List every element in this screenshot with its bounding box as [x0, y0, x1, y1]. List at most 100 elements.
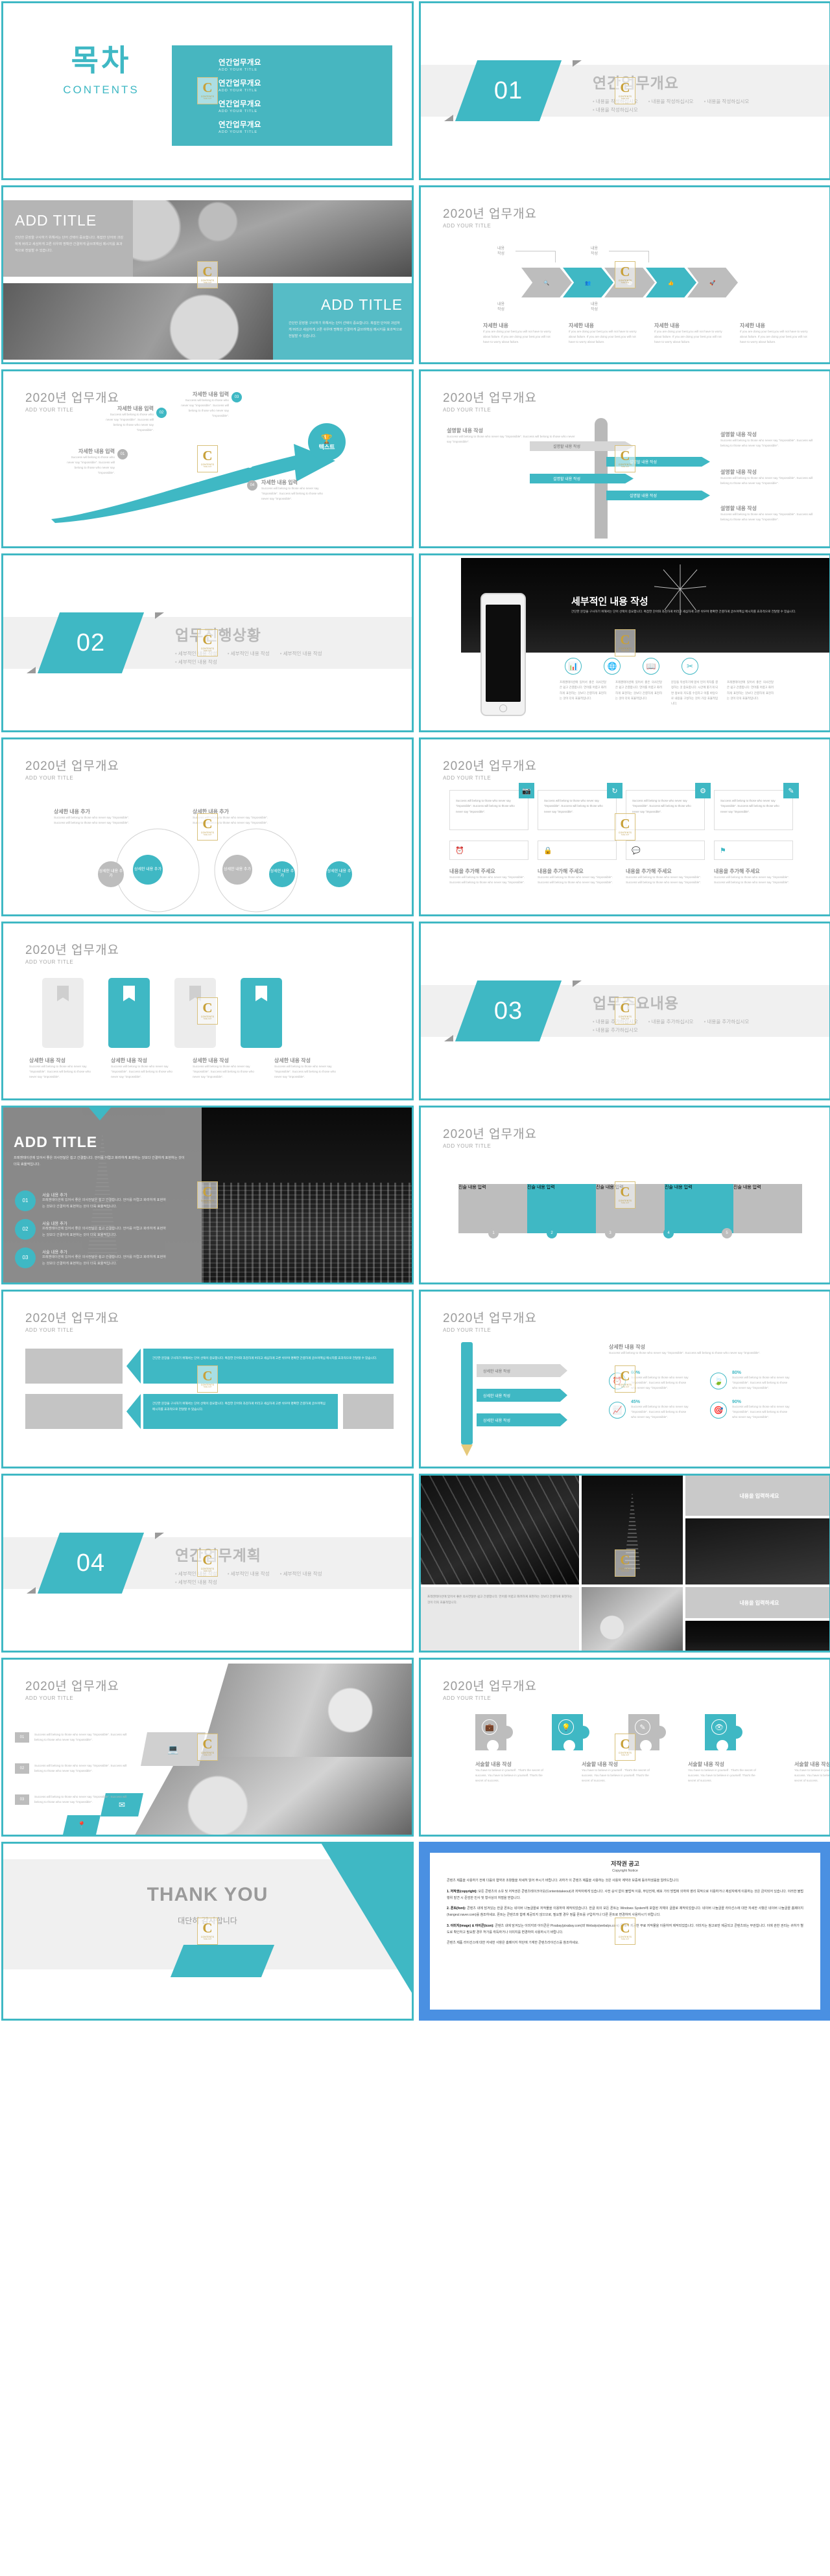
puzzle-piece[interactable]: 💡 — [552, 1714, 592, 1752]
circle-node[interactable]: 상세한 내용 추가 — [326, 861, 352, 887]
globe-icon[interactable]: 🌐 — [604, 658, 621, 675]
photo-list-row[interactable]: 02 Success will belong to those who neve… — [15, 1763, 130, 1774]
slide-city-list[interactable]: ADD TITLE 프레젠테이션에 있어서 좋은 의사전달은 쉽고 간결합니다.… — [1, 1106, 414, 1284]
bookmark-icon — [57, 986, 69, 1001]
pencil-sign-3[interactable]: 상세한 내용 작성 — [477, 1413, 567, 1426]
card[interactable]: ⚙ Success will belong to those who never… — [626, 783, 711, 830]
photo-list-row[interactable]: 01 Success will belong to those who neve… — [15, 1732, 130, 1743]
card[interactable]: ↻ Success will belong to those who never… — [538, 783, 622, 830]
circle-node-center-left[interactable]: 상세한 내용 추가 — [133, 855, 163, 885]
slide-chevron-five[interactable]: 2020년 업무개요 ADD YOUR TITLE 진술 내용 입력 진술 내용… — [419, 1106, 830, 1284]
slide-photo-titles[interactable]: ADD TITLE 간단한 문장을 구사하기 위해서는 단어 선택이 중요합니다… — [1, 185, 414, 364]
card[interactable]: ✎ Success will belong to those who never… — [714, 783, 799, 830]
puzzle-piece[interactable]: ✎ — [628, 1714, 669, 1752]
clock-icon[interactable]: ⏰ — [449, 841, 528, 860]
phone-headline: 세부적인 내용 작성 — [571, 596, 648, 607]
section-bullet: 내용을 작성하십시오 — [593, 98, 638, 105]
sign-3[interactable]: 설명할 내용 작성 — [530, 474, 634, 483]
row-badge: 02 — [15, 1763, 29, 1774]
card-title: 내용을 추가해 주세요 — [714, 868, 760, 874]
slide-section-04[interactable]: 04 연간업무계획 세부적인 내용 작성 세부적인 내용 작성 세부적인 내용 … — [1, 1474, 414, 1653]
chevron5-step-3[interactable]: 진술 내용 입력 — [596, 1184, 665, 1233]
slide-section-01[interactable]: 01 연간업무개요 내용을 작성하십시오 내용을 작성하십시오 내용을 작성하십… — [419, 1, 830, 180]
block-grey-3[interactable] — [343, 1394, 394, 1429]
slide-four-cards[interactable]: 2020년 업무개요 ADD YOUR TITLE 📷 Success will… — [419, 737, 830, 916]
city-row[interactable]: 03 서술 내용 추가 프레젠테이션에 있어서 좋은 의사전달은 쉽고 간결합니… — [15, 1247, 168, 1268]
lock-icon[interactable]: 🔒 — [538, 841, 617, 860]
contents-item[interactable]: 연간업무개요 ADD YOUR TITLE — [219, 99, 392, 113]
bookmark-title: 상세한 내용 작성 — [274, 1058, 311, 1063]
contents-title-en: CONTENTS — [63, 84, 139, 96]
circle-node[interactable]: 상세한 내용 추가 — [269, 861, 295, 887]
puzzle-piece[interactable]: 💼 — [475, 1714, 516, 1752]
city-row[interactable]: 01 서술 내용 추가 프레젠테이션에 있어서 좋은 의사전달은 쉽고 간결합니… — [15, 1190, 168, 1211]
flag-icon[interactable]: ⚑ — [714, 841, 793, 860]
slide-contents[interactable]: 목차 CONTENTS 연간업무개요 ADD YOUR TITLE 연간업무개요… — [1, 1, 414, 180]
card[interactable]: 📷 Success will belong to those who never… — [449, 783, 534, 830]
bookmark-card[interactable] — [241, 978, 282, 1048]
section-bullet: 내용을 작성하십시오 — [648, 98, 694, 105]
block-teal-2[interactable]: 간단한 문장을 구사하기 위해서는 단어 선택이 중요합니다. 복잡한 단어와 … — [143, 1394, 338, 1429]
slide-section-02[interactable]: 02 업무진행상황 세부적인 내용 작성 세부적인 내용 작성 세부적인 내용 … — [1, 553, 414, 732]
slide-blocks[interactable]: 2020년 업무개요 ADD YOUR TITLE 간단한 문장을 구사하기 위… — [1, 1290, 414, 1468]
chat-icon[interactable]: 💬 — [626, 841, 705, 860]
section-heading: 연간업무계획 — [175, 1547, 261, 1564]
circle-lead-left: 상세한 내용 추가 Success will belong to those w… — [54, 808, 138, 826]
slide-signpost[interactable]: 2020년 업무개요 ADD YOUR TITLE 설명할 내용 작성 Succ… — [419, 369, 830, 548]
block-grey-2[interactable] — [25, 1394, 123, 1429]
bookmark-card[interactable] — [108, 978, 150, 1048]
bar-chart-icon[interactable]: 📊 — [565, 658, 582, 675]
step-label: 자세한 내용 입력 — [261, 480, 298, 485]
chevron5-step-1[interactable]: 진술 내용 입력 — [458, 1184, 527, 1233]
contents-item[interactable]: 연간업무개요 ADD YOUR TITLE — [219, 78, 392, 93]
section-heading: 업무주요내용 — [593, 995, 679, 1012]
slide-phone-fireworks[interactable]: 세부적인 내용 작성 간단한 문장을 구사하기 위해서는 단어 선택이 중요합니… — [419, 553, 830, 732]
slide-circle-diagram[interactable]: 2020년 업무개요 ADD YOUR TITLE 상세한 내용 추가 Succ… — [1, 737, 414, 916]
chevron5-step-4[interactable]: 진술 내용 입력 — [665, 1184, 733, 1233]
sign-4[interactable]: 설명할 내용 작성 — [606, 491, 710, 500]
note-body: Success will belong to those who never s… — [720, 439, 813, 448]
card-title: 내용을 추가해 주세요 — [449, 868, 495, 874]
chevron-step-1[interactable]: 🔍 — [521, 268, 572, 297]
pencil-sign-1[interactable]: 상세한 내용 작성 — [477, 1364, 567, 1377]
city-row[interactable]: 02 서술 내용 추가 프레젠테이션에 있어서 좋은 의사전달은 쉽고 간결합니… — [15, 1219, 168, 1240]
section-bullet: 세부적인 내용 작성 — [175, 1570, 217, 1577]
pencil-sign-2[interactable]: 상세한 내용 작성 — [477, 1389, 567, 1402]
slide-gallery[interactable]: 내용을 입력하세요 프레젠테이션에 있어서 좋은 의사전달은 쉽고 간결합니다.… — [419, 1474, 830, 1653]
phone-body: 간단한 문장을 구사하기 위해서는 단어 선택이 중요합니다. 복잡한 단어와 … — [571, 610, 796, 613]
photo-list-row[interactable]: 03 Success will belong to those who neve… — [15, 1794, 130, 1805]
contents-item[interactable]: 연간업무개요 ADD YOUR TITLE — [219, 57, 392, 72]
section-bullet: 내용을 추가하십시오 — [593, 1018, 638, 1025]
slide-pencil-signs[interactable]: 2020년 업무개요 ADD YOUR TITLE 상세한 내용 작성 상세한 … — [419, 1290, 830, 1468]
slide-section-03[interactable]: 03 업무주요내용 내용을 추가하십시오 내용을 추가하십시오 내용을 추가하십… — [419, 922, 830, 1100]
sign-1[interactable]: 설명할 내용 작성 — [530, 441, 634, 451]
book-icon[interactable]: 📖 — [643, 658, 659, 675]
phone-home-button[interactable] — [499, 704, 507, 712]
scissors-icon[interactable]: ✂ — [682, 658, 698, 675]
slide-bookmarks[interactable]: 2020년 업무개요 ADD YOUR TITLE 상세한 내용 작성 Succ… — [1, 922, 414, 1100]
monitor-icon: 💻 — [141, 1732, 206, 1766]
block-teal-1[interactable]: 간단한 문장을 구사하기 위해서는 단어 선택이 중요합니다. 복잡한 단어와 … — [143, 1349, 394, 1384]
chevron5-row[interactable]: 진술 내용 입력 진술 내용 입력 진술 내용 입력 진술 내용 입력 진술 내… — [458, 1184, 802, 1233]
slide-photo-list[interactable]: 2020년 업무개요 ADD YOUR TITLE 💻 ✉ 📍 01 Succe… — [1, 1658, 414, 1837]
caption-body: If you are doing your best,you will not … — [740, 330, 808, 344]
contents-title-kr: 목차 — [71, 43, 132, 77]
slide-growth-arrow[interactable]: 2020년 업무개요 ADD YOUR TITLE 🏆 텍스트 01 02 03… — [1, 369, 414, 548]
slide-deck: 목차 CONTENTS 연간업무개요 ADD YOUR TITLE 연간업무개요… — [0, 0, 830, 2022]
slide-thank-you[interactable]: THANK YOU 대단히 감사합니다 C CONTENTS TAKE OUT — [1, 1842, 414, 2021]
slide-copyright[interactable]: 저작권 공고 Copyright Notice 콘텐츠 제품을 사용하기 전에 … — [419, 1842, 830, 2021]
chevron5-step-5[interactable]: 진술 내용 입력 — [733, 1184, 802, 1233]
chevron5-step-2[interactable]: 진술 내용 입력 — [527, 1184, 596, 1233]
sign-2[interactable]: 설명할 내용 작성 — [606, 457, 710, 467]
contents-item[interactable]: 연간업무개요 ADD YOUR TITLE — [219, 119, 392, 134]
block-grey-1[interactable] — [25, 1349, 123, 1384]
chevron-row[interactable]: 🔍 👥 👁 👍 🚀 — [521, 268, 738, 297]
chevron-bottom-label: 내용 작성 — [591, 303, 599, 312]
puzzle-piece[interactable]: 👁 — [705, 1714, 745, 1752]
bookmark-card[interactable] — [42, 978, 84, 1048]
bookmark-card[interactable] — [174, 978, 216, 1048]
slide-puzzle[interactable]: 2020년 업무개요 ADD YOUR TITLE 💼 💡 ✎ 👁 서술할 내용… — [419, 1658, 830, 1837]
slide-chevron-icons[interactable]: 2020년 업무개요 ADD YOUR TITLE 내용 작성 내용 작성 🔍 👥 … — [419, 185, 830, 364]
circle-node[interactable]: 상세한 내용 추가 — [98, 861, 124, 887]
circle-node-center-right[interactable]: 상세한 내용 추가 — [222, 855, 252, 885]
